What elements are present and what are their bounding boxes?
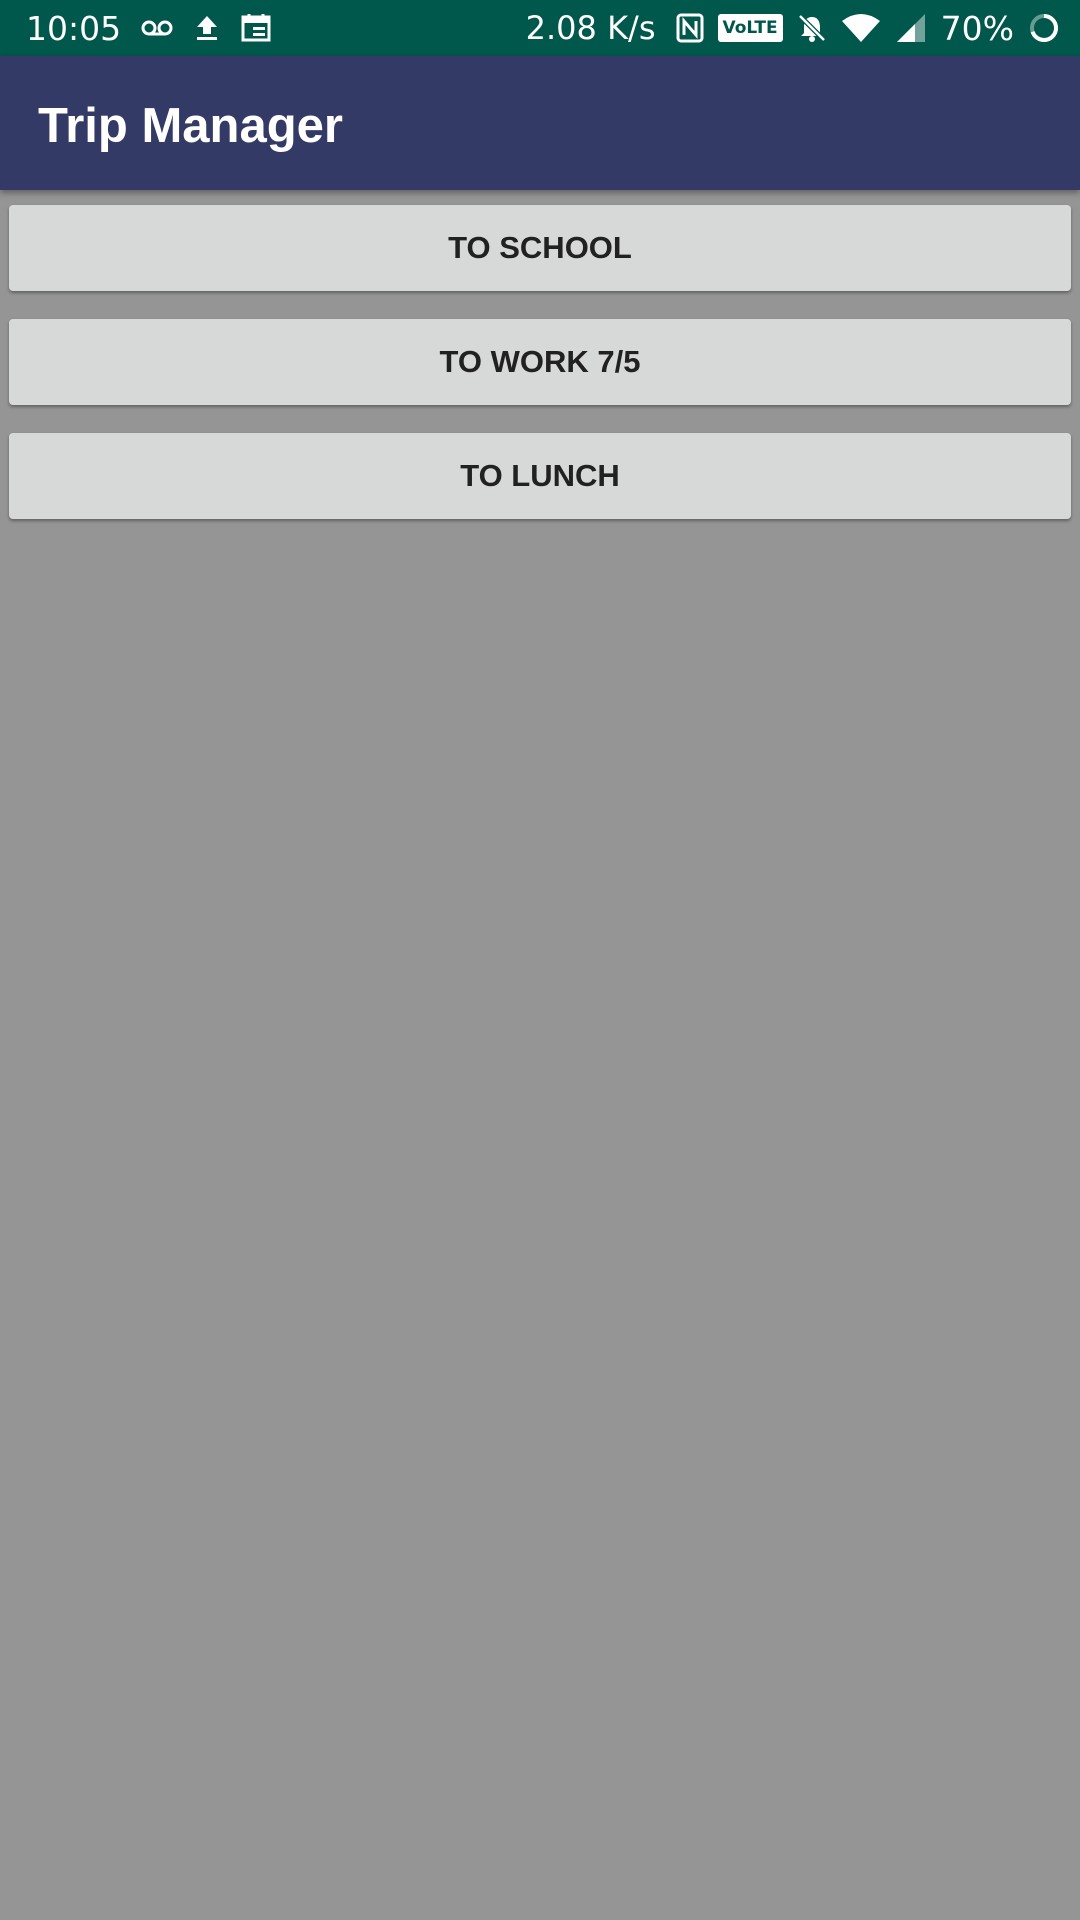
signal-icon xyxy=(895,13,927,43)
notification-icons xyxy=(141,14,271,42)
battery-charging-icon xyxy=(1028,12,1060,44)
network-speed: 2.08 K/s xyxy=(525,9,656,47)
app-title: Trip Manager xyxy=(38,99,343,153)
status-time: 10:05 xyxy=(26,8,122,48)
battery-percent: 70% xyxy=(940,8,1014,48)
bell-off-icon xyxy=(797,13,827,43)
trip-button-to-lunch[interactable]: TO LUNCH xyxy=(9,433,1071,519)
volte-icon: VoLTE xyxy=(717,14,783,42)
trip-button-to-school[interactable]: TO SCHOOL xyxy=(9,205,1071,291)
voicemail-icon xyxy=(141,18,173,38)
system-icons: 2.08 K/s VoLTE 70% xyxy=(526,9,1060,48)
trip-button-to-work[interactable]: TO WORK 7/5 xyxy=(9,319,1071,405)
upload-icon xyxy=(195,14,219,42)
calendar-icon xyxy=(241,14,271,42)
status-bar: 10:05 2.08 K/s VoLTE 70% xyxy=(0,0,1080,56)
wifi-icon xyxy=(841,13,881,43)
nfc-icon xyxy=(676,13,704,43)
app-bar: Trip Manager xyxy=(0,56,1080,190)
